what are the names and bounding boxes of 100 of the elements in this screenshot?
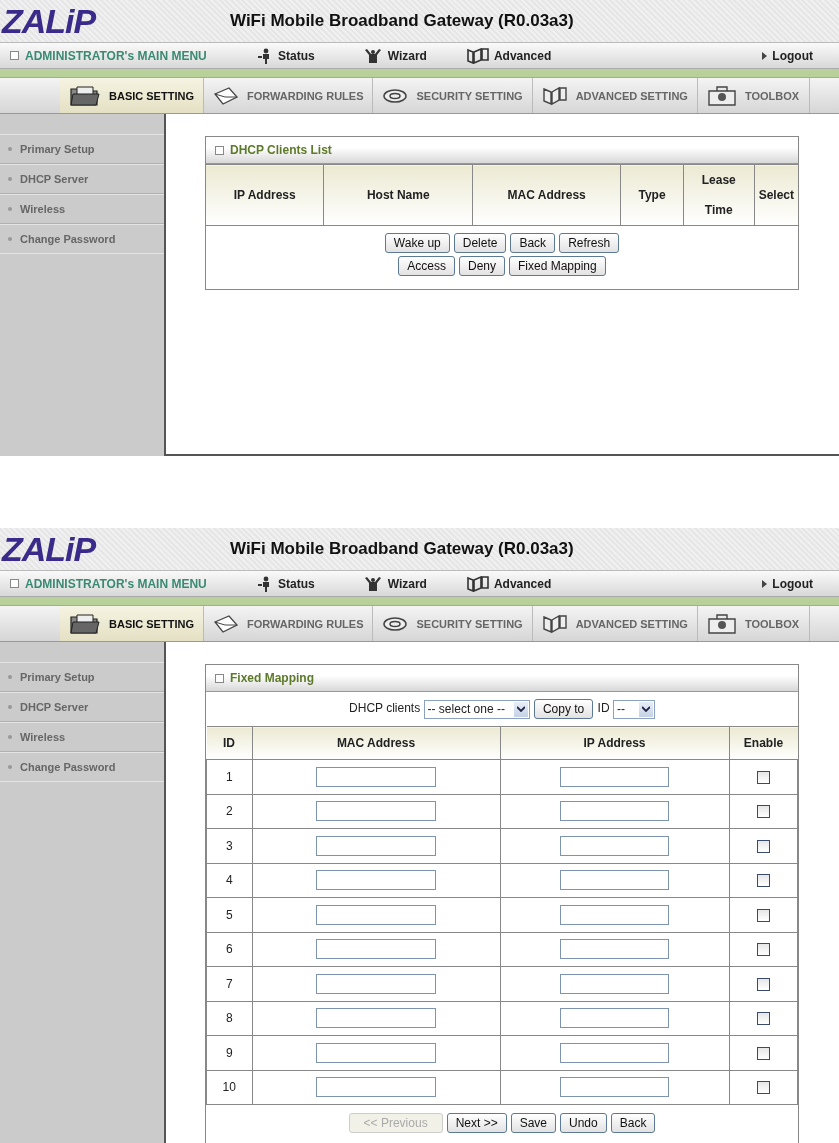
panel-title: Fixed Mapping (230, 671, 314, 685)
tab[interactable]: TOOLBOX (697, 606, 811, 641)
tab[interactable]: ADVANCED SETTING (532, 606, 698, 641)
column-header: MAC Address (472, 164, 621, 226)
sidebar-item[interactable]: Change Password (0, 224, 164, 254)
menu-link[interactable]: Wizard (362, 47, 427, 64)
tab[interactable]: ADVANCED SETTING (532, 78, 698, 113)
book-icon (466, 47, 489, 64)
tab[interactable]: BASIC SETTING (60, 78, 204, 113)
copy-button[interactable]: Copy to (533, 699, 594, 719)
square-icon (10, 51, 19, 60)
input-field[interactable] (560, 1008, 669, 1029)
tab[interactable]: FORWARDING RULES (203, 78, 374, 113)
checkbox[interactable] (756, 1081, 770, 1095)
book-icon (541, 613, 568, 634)
checkbox[interactable] (756, 908, 770, 922)
table-cell: 1 (206, 759, 252, 794)
action-button[interactable]: Access (398, 256, 455, 276)
menu-link[interactable]: Status (257, 575, 315, 592)
input-field[interactable] (316, 973, 436, 994)
dropdown-icon (513, 701, 528, 717)
menu-title: ADMINISTRATOR's MAIN MENU (25, 576, 208, 591)
menu-link[interactable]: Status (257, 47, 315, 64)
table-cell: 4 (206, 863, 252, 898)
select-field[interactable]: -- (612, 699, 655, 719)
input-field[interactable] (316, 1008, 436, 1029)
input-field[interactable] (560, 1042, 669, 1063)
input-field[interactable] (316, 1077, 436, 1098)
sidebar-item[interactable]: DHCP Server (0, 692, 164, 722)
table-cell: 10 (206, 1070, 252, 1105)
sidebar-item[interactable]: Wireless (0, 194, 164, 224)
checkbox[interactable] (756, 1046, 770, 1060)
input-field[interactable] (560, 939, 669, 960)
action-button[interactable]: Fixed Mapping (509, 256, 606, 276)
page-title: WiFi Mobile Broadband Gateway (R0.03a3) (230, 539, 574, 559)
logout-link[interactable]: Logout (762, 48, 813, 63)
action-button[interactable]: Next >> (446, 1113, 507, 1133)
sidebar-item[interactable]: Primary Setup (0, 662, 164, 692)
tab[interactable]: FORWARDING RULES (203, 606, 374, 641)
action-button[interactable]: Refresh (559, 233, 620, 253)
column-header: Type (620, 164, 684, 226)
tab[interactable]: SECURITY SETTING (373, 78, 533, 113)
logo: ZALiP (2, 4, 97, 38)
action-button[interactable]: Back (610, 1113, 656, 1133)
menu-title: ADMINISTRATOR's MAIN MENU (25, 48, 208, 63)
input-field[interactable] (316, 870, 436, 891)
input-field[interactable] (560, 904, 669, 925)
table-cell: 6 (206, 932, 252, 967)
input-field[interactable] (316, 801, 436, 822)
column-header: IP Address (206, 164, 324, 226)
checkbox[interactable] (756, 805, 770, 819)
tab[interactable]: BASIC SETTING (60, 606, 204, 641)
menu-link[interactable]: Advanced (466, 47, 552, 64)
book-icon (541, 85, 568, 106)
wizard-icon (362, 47, 383, 64)
column-header: Select (754, 164, 798, 226)
input-field[interactable] (560, 801, 669, 822)
input-field[interactable] (560, 766, 669, 787)
checkbox[interactable] (756, 770, 770, 784)
sidebar-item[interactable]: Primary Setup (0, 134, 164, 164)
square-icon (10, 579, 19, 588)
wizard-icon (362, 575, 383, 592)
action-button[interactable]: Undo (560, 1113, 607, 1133)
id-label: ID (597, 701, 610, 716)
action-button[interactable]: Wake up (384, 233, 450, 253)
sidebar-item[interactable]: Wireless (0, 722, 164, 752)
tab[interactable]: SECURITY SETTING (373, 606, 533, 641)
dropdown-icon (638, 701, 653, 717)
input-field[interactable] (316, 904, 436, 925)
select-field[interactable]: -- select one -- (423, 699, 530, 719)
menu-link[interactable]: Advanced (466, 575, 552, 592)
column-header: Lease Time (683, 164, 755, 226)
input-field[interactable] (560, 1077, 669, 1098)
sidebar-item[interactable]: Change Password (0, 752, 164, 782)
column-header: Host Name (323, 164, 473, 226)
input-field[interactable] (560, 835, 669, 856)
envelope-icon (212, 613, 239, 634)
checkbox[interactable] (756, 839, 770, 853)
triangle-icon (762, 579, 768, 588)
menu-link[interactable]: Wizard (362, 575, 427, 592)
checkbox[interactable] (756, 874, 770, 888)
sidebar-item[interactable]: DHCP Server (0, 164, 164, 194)
action-button[interactable]: Save (510, 1113, 557, 1133)
table-cell: 9 (206, 1035, 252, 1070)
tab[interactable]: TOOLBOX (697, 78, 811, 113)
input-field[interactable] (560, 870, 669, 891)
input-field[interactable] (560, 973, 669, 994)
action-button[interactable]: Back (510, 233, 556, 253)
checkbox[interactable] (756, 1012, 770, 1026)
logo: ZALiP (2, 532, 97, 566)
action-button[interactable]: Deny (458, 256, 505, 276)
checkbox[interactable] (756, 943, 770, 957)
logout-link[interactable]: Logout (762, 576, 813, 591)
checkbox[interactable] (756, 977, 770, 991)
input-field[interactable] (316, 835, 436, 856)
action-button[interactable]: Delete (453, 233, 507, 253)
input-field[interactable] (316, 766, 436, 787)
filter-label: DHCP clients (349, 701, 421, 716)
input-field[interactable] (316, 1042, 436, 1063)
input-field[interactable] (316, 939, 436, 960)
